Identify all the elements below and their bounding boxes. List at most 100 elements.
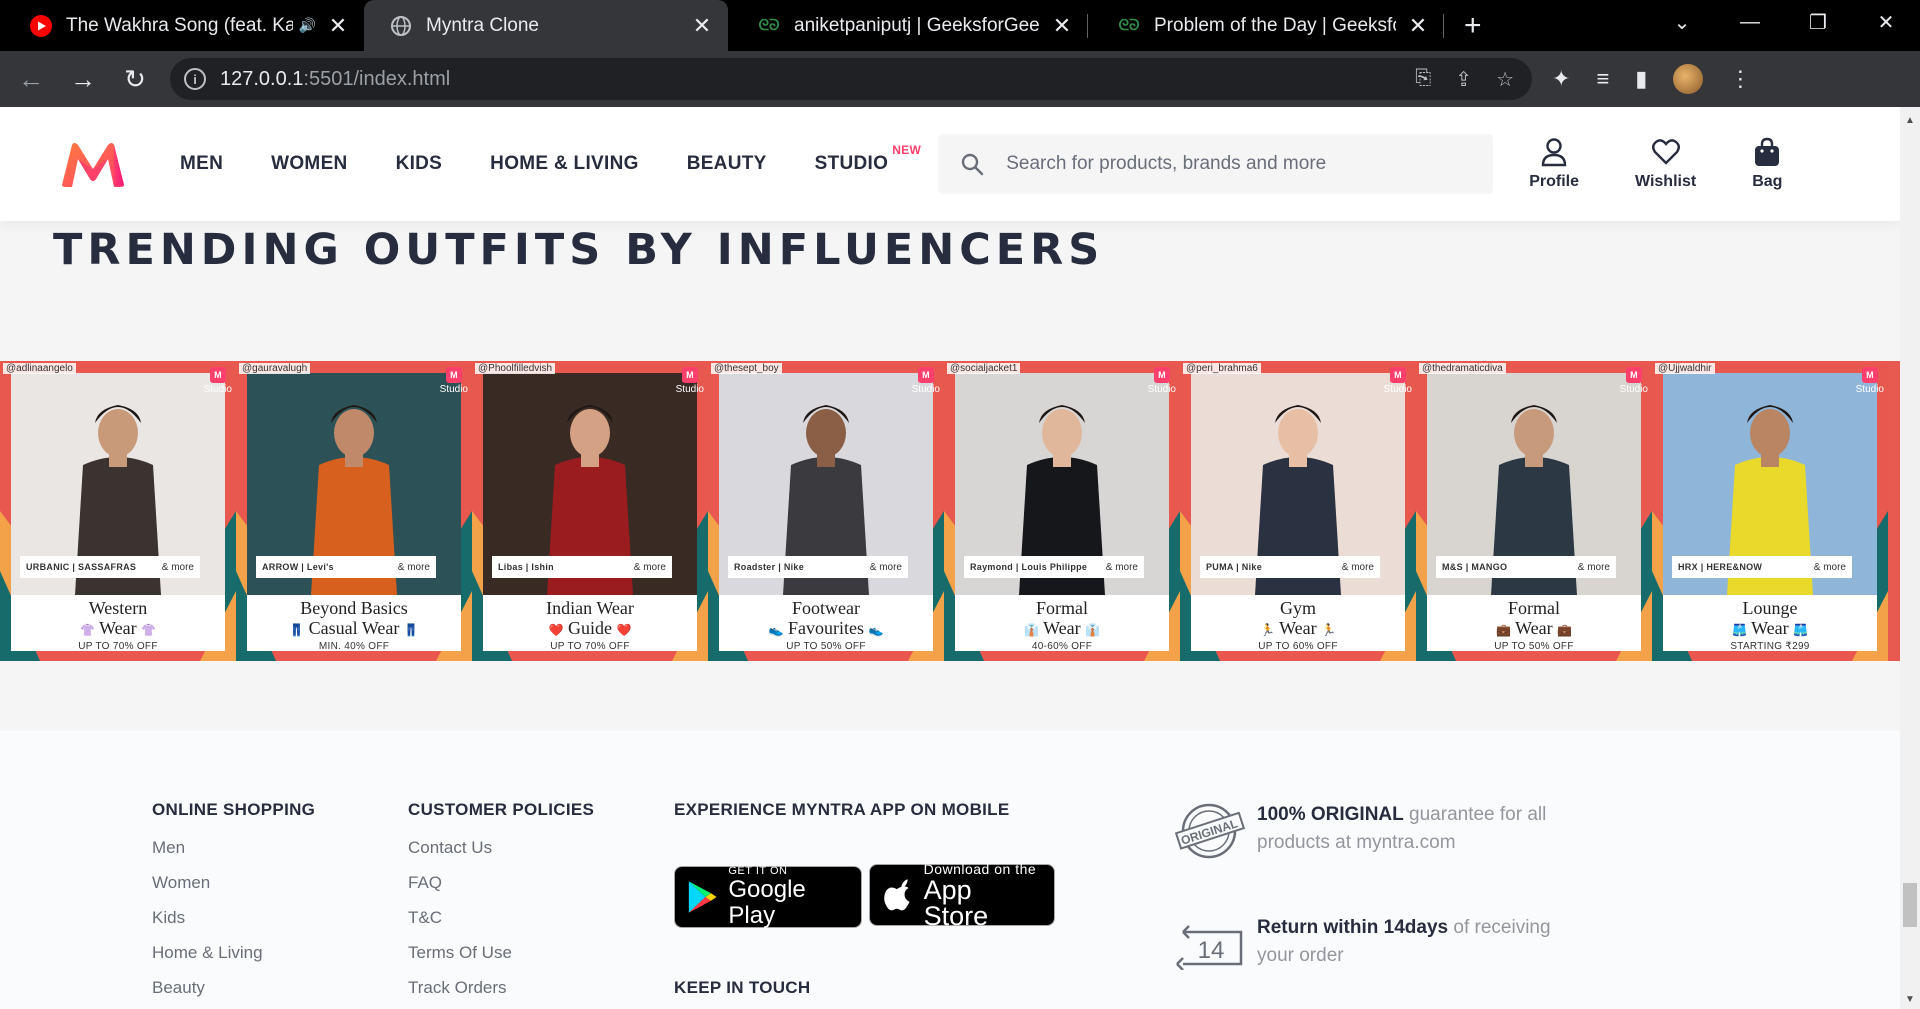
scroll-down-icon[interactable]: ▼ bbox=[1905, 994, 1915, 1005]
footer-link-men[interactable]: Men bbox=[152, 838, 315, 858]
close-tab-icon[interactable]: ✕ bbox=[326, 13, 350, 39]
nav-kids[interactable]: KIDS bbox=[396, 153, 443, 175]
media-control-icon[interactable]: ≡ bbox=[1596, 66, 1609, 92]
nav-men[interactable]: MEN bbox=[180, 153, 223, 175]
close-tab-icon[interactable]: ✕ bbox=[690, 13, 714, 39]
caption-emoji-right: 💼 bbox=[1557, 623, 1573, 637]
footer-link-terms-of-use[interactable]: Terms Of Use bbox=[408, 943, 594, 963]
myntra-logo[interactable] bbox=[58, 139, 128, 189]
influencer-handle[interactable]: @thesept_boy bbox=[711, 363, 782, 374]
footer-heading: CUSTOMER POLICIES bbox=[408, 800, 595, 819]
influencer-card[interactable]: @peri_brahma6 M Studio PUMA | Nike & more … bbox=[1180, 361, 1416, 661]
share-icon[interactable]: ⇪ bbox=[1455, 67, 1472, 92]
influencer-card[interactable]: @gauravalugh M Studio ARROW | Levi's & mor… bbox=[236, 361, 472, 661]
restore-icon[interactable]: ❐ bbox=[1784, 10, 1852, 35]
bag-button[interactable]: Bag bbox=[1752, 137, 1782, 191]
influencer-handle[interactable]: @adlinaangelo bbox=[3, 363, 76, 374]
brand-strip: Raymond | Louis Philippe & more bbox=[964, 556, 1144, 578]
footer-link-women[interactable]: Women bbox=[152, 873, 315, 893]
nav-home-living[interactable]: HOME & LIVING bbox=[490, 153, 639, 175]
address-bar[interactable]: i 127.0.0.1:5501/index.html ⎘ ⇪ ☆ bbox=[170, 58, 1532, 100]
influencer-handle[interactable]: @Phoolfilledvish bbox=[475, 363, 556, 374]
close-window-icon[interactable]: ✕ bbox=[1852, 10, 1920, 35]
caption-line-1: Beyond Basics bbox=[300, 598, 408, 618]
brand-names: URBANIC | SASSAFRAS bbox=[26, 562, 137, 572]
close-tab-icon[interactable]: ✕ bbox=[1406, 13, 1430, 39]
footer-link-faq[interactable]: FAQ bbox=[408, 873, 594, 893]
profile-button[interactable]: Profile bbox=[1529, 137, 1579, 191]
brand-names: M&S | MANGO bbox=[1442, 562, 1508, 572]
new-tab-button[interactable]: + bbox=[1464, 0, 1482, 51]
caption-line-2: 👟 Favourites 👟 bbox=[719, 618, 933, 640]
influencer-card[interactable]: @thedramaticdiva M Studio M&S | MANGO & mo… bbox=[1416, 361, 1652, 661]
scrollbar-thumb[interactable] bbox=[1903, 883, 1917, 927]
nav-women[interactable]: WOMEN bbox=[271, 153, 347, 175]
studio-label: Studio bbox=[675, 384, 704, 395]
tab-gfg-potd[interactable]: ᘓᘐ Problem of the Day | GeeksforGe ✕ bbox=[1088, 0, 1444, 51]
caption-line-2-text: Wear bbox=[1515, 618, 1553, 638]
footer-link-home-living[interactable]: Home & Living bbox=[152, 943, 315, 963]
footer-link-beauty[interactable]: Beauty bbox=[152, 978, 315, 998]
browser-tab-bar: The Wakhra Song (feat. Kang 🔊 ✕ Myntra C… bbox=[0, 0, 1920, 51]
influencer-handle[interactable]: @socialjacket1 bbox=[947, 363, 1021, 374]
caption-line-2-text: Wear bbox=[1751, 618, 1789, 638]
influencer-handle[interactable]: @gauravalugh bbox=[239, 363, 311, 374]
reload-icon[interactable]: ↻ bbox=[114, 58, 156, 100]
forward-icon[interactable]: → bbox=[62, 58, 104, 100]
scroll-up-icon[interactable]: ▲ bbox=[1905, 115, 1915, 126]
profile-avatar[interactable] bbox=[1673, 64, 1704, 94]
footer-link-contact-us[interactable]: Contact Us bbox=[408, 838, 594, 858]
side-panel-icon[interactable]: ▮ bbox=[1635, 66, 1647, 92]
google-play-button[interactable]: GET IT ON Google Play bbox=[674, 865, 862, 929]
footer-link-track-orders[interactable]: Track Orders bbox=[408, 978, 594, 998]
brand-strip: ARROW | Levi's & more bbox=[256, 556, 436, 578]
wishlist-button[interactable]: Wishlist bbox=[1635, 137, 1696, 191]
caption-emoji-left: 👖 bbox=[289, 623, 305, 637]
menu-kebab-icon[interactable]: ⋮ bbox=[1729, 66, 1751, 92]
footer-link-tc[interactable]: T&C bbox=[408, 908, 594, 928]
search-icon[interactable] bbox=[938, 134, 1006, 194]
audio-icon[interactable]: 🔊 bbox=[299, 17, 316, 34]
back-icon[interactable]: ← bbox=[10, 58, 52, 100]
brand-names: ARROW | Levi's bbox=[262, 562, 334, 572]
nav-studio[interactable]: STUDIO NEW bbox=[815, 143, 921, 175]
minimize-icon[interactable]: — bbox=[1716, 11, 1784, 34]
influencer-card[interactable]: @socialjacket1 M Studio Raymond | Louis P… bbox=[944, 361, 1180, 661]
studio-label: Studio bbox=[911, 384, 940, 395]
influencer-card[interactable]: @Ujjwaldhir M Studio HRX | HERE&NOW & more… bbox=[1652, 361, 1888, 661]
tab-gfg-profile[interactable]: ᘓᘐ aniketpaniputj | GeeksforGeeks P ✕ bbox=[728, 0, 1088, 51]
studio-icon: M bbox=[1625, 367, 1642, 383]
caption-line-1: Western bbox=[88, 598, 148, 618]
footer-link-kids[interactable]: Kids bbox=[152, 908, 315, 928]
search-input[interactable] bbox=[1006, 153, 1467, 175]
studio-icon: M bbox=[445, 367, 462, 383]
nav-beauty[interactable]: BEAUTY bbox=[687, 153, 767, 175]
brand-more: & more bbox=[633, 561, 666, 573]
tab-title: aniketpaniputj | GeeksforGeeks P bbox=[794, 14, 1040, 36]
brand-strip: URBANIC | SASSAFRAS & more bbox=[20, 556, 200, 578]
caption-emoji-left: ❤️ bbox=[548, 623, 564, 637]
studio-badge: M Studio bbox=[440, 367, 468, 395]
extensions-icon[interactable]: ✦ bbox=[1552, 66, 1570, 92]
influencer-card[interactable]: @thesept_boy M Studio Roadster | Nike & mo… bbox=[708, 361, 944, 661]
influencer-handle[interactable]: @Ujjwaldhir bbox=[1655, 363, 1715, 374]
tab-search-icon[interactable]: ⌄ bbox=[1648, 10, 1716, 35]
influencer-card[interactable]: @Phoolfilledvish M Studio Libas | Ishin & … bbox=[472, 361, 708, 661]
studio-icon: M bbox=[681, 367, 698, 383]
caption-emoji-right: 👟 bbox=[868, 623, 884, 637]
tab-wakhra-song[interactable]: The Wakhra Song (feat. Kang 🔊 ✕ bbox=[0, 0, 364, 51]
translate-icon[interactable]: ⎘ bbox=[1415, 67, 1431, 92]
brand-more: & more bbox=[1577, 561, 1610, 573]
close-tab-icon[interactable]: ✕ bbox=[1050, 13, 1074, 39]
bookmark-star-icon[interactable]: ☆ bbox=[1496, 67, 1514, 92]
tab-myntra-clone[interactable]: Myntra Clone ✕ bbox=[364, 0, 728, 51]
influencer-handle[interactable]: @thedramaticdiva bbox=[1419, 363, 1506, 374]
influencer-card[interactable]: @adlinaangelo M Studio URBANIC | SASSAFRA… bbox=[0, 361, 236, 661]
influencer-handle[interactable]: @peri_brahma6 bbox=[1183, 363, 1261, 374]
site-info-icon[interactable]: i bbox=[184, 68, 206, 90]
footer-customer-policies: CUSTOMER POLICIES Contact Us FAQ T&C Ter… bbox=[408, 800, 594, 998]
app-store-button[interactable]: Download on the App Store bbox=[869, 861, 1055, 930]
page-scrollbar[interactable]: ▲ ▼ bbox=[1900, 107, 1920, 1009]
caption-line-2: ❤️ Guide ❤️ bbox=[483, 618, 697, 640]
caption-line-1: Lounge bbox=[1742, 598, 1798, 618]
